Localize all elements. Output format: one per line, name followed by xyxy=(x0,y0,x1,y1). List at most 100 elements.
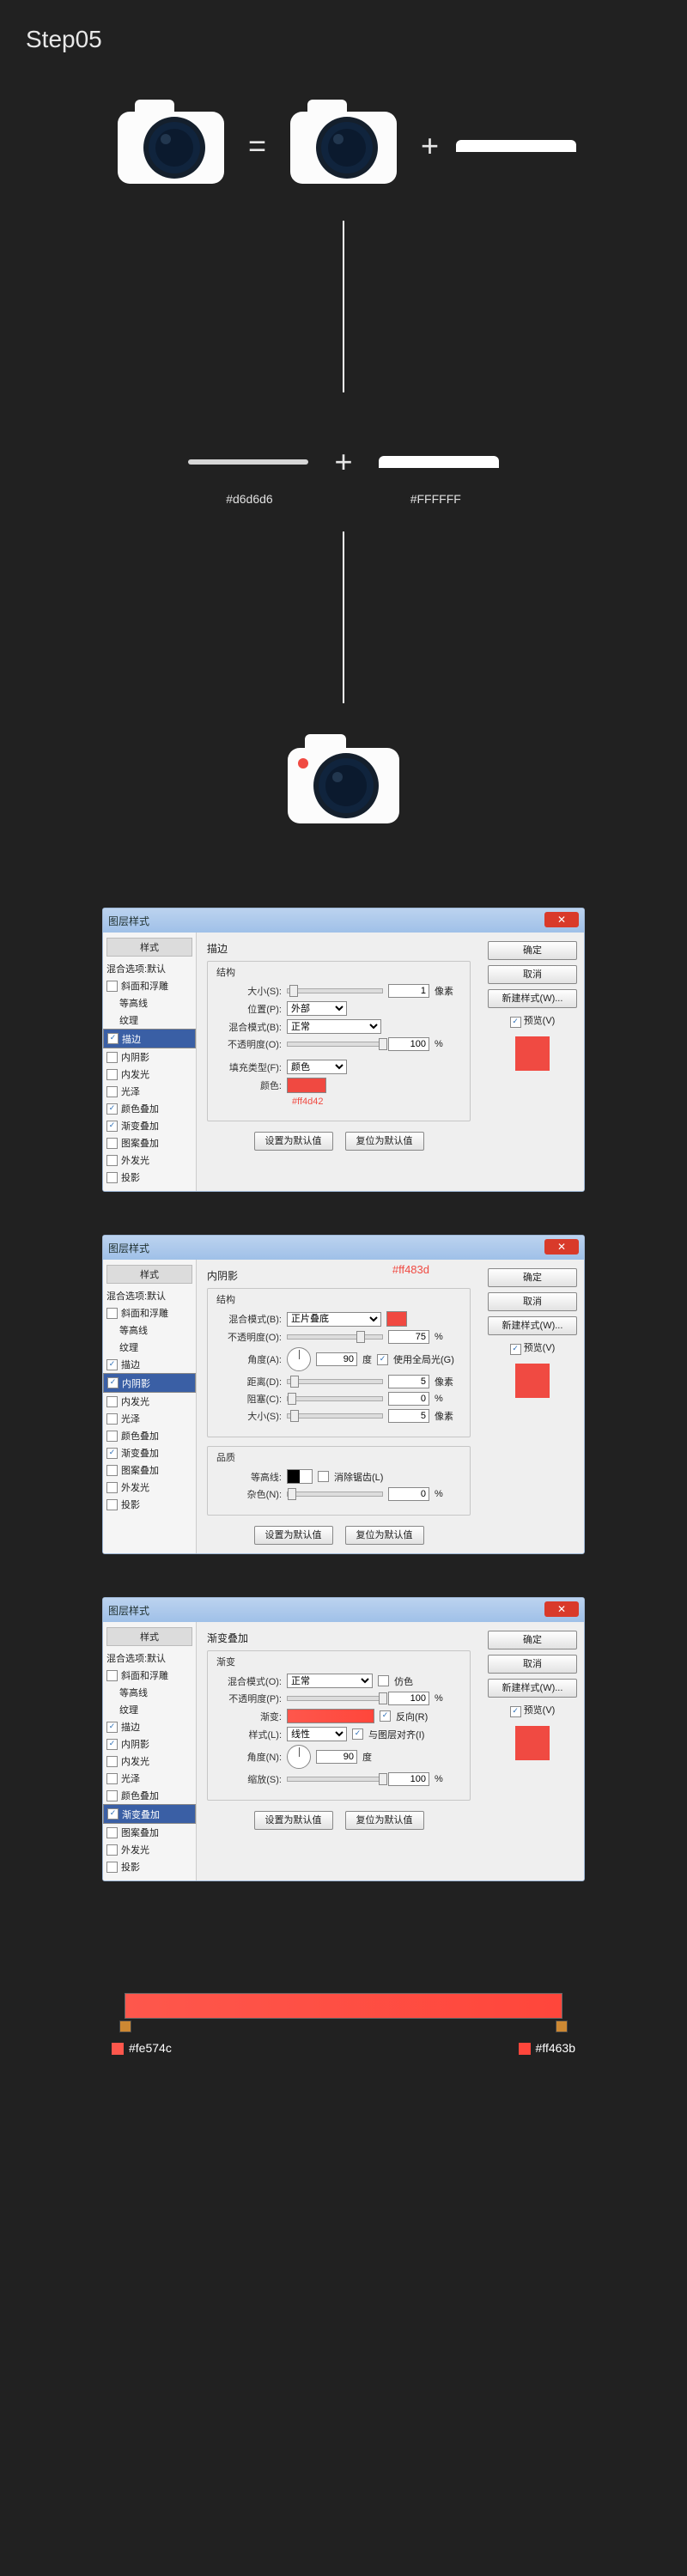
style-list-item[interactable]: 光泽 xyxy=(103,1083,196,1100)
size-input[interactable] xyxy=(388,984,429,998)
cancel-button[interactable]: 取消 xyxy=(488,1292,577,1311)
titlebar[interactable]: 图层样式 ✕ xyxy=(103,908,584,933)
style-checkbox[interactable] xyxy=(106,1482,118,1493)
new-style-button[interactable]: 新建样式(W)... xyxy=(488,1679,577,1698)
gradient-stop-right[interactable] xyxy=(556,2020,568,2032)
choke-slider[interactable] xyxy=(287,1396,383,1401)
titlebar[interactable]: 图层样式 ✕ xyxy=(103,1236,584,1260)
style-list-item[interactable]: 内发光 xyxy=(103,1066,196,1083)
contour-picker[interactable] xyxy=(287,1469,313,1484)
shadow-color-swatch[interactable] xyxy=(386,1311,407,1327)
style-list-item[interactable]: 投影 xyxy=(103,1169,196,1186)
reset-default-button[interactable]: 复位为默认值 xyxy=(345,1132,424,1151)
style-checkbox[interactable]: ✓ xyxy=(107,1033,119,1044)
style-checkbox[interactable] xyxy=(106,1172,118,1183)
reset-default-button[interactable]: 复位为默认值 xyxy=(345,1811,424,1830)
blend-select[interactable]: 正常 xyxy=(287,1019,381,1034)
style-list-item[interactable]: 内发光 xyxy=(103,1393,196,1410)
style-list-item[interactable]: 颜色叠加 xyxy=(103,1427,196,1444)
opacity-input[interactable] xyxy=(388,1330,429,1344)
style-list-item[interactable]: 内阴影 xyxy=(103,1048,196,1066)
style-checkbox[interactable] xyxy=(106,1773,118,1784)
style-list-item[interactable]: 光泽 xyxy=(103,1410,196,1427)
reverse-checkbox[interactable]: ✓ xyxy=(380,1710,391,1722)
style-list-item[interactable]: 外发光 xyxy=(103,1151,196,1169)
style-list-item[interactable]: 等高线 xyxy=(103,994,196,1012)
close-button[interactable]: ✕ xyxy=(544,1601,579,1617)
style-list-item[interactable]: 斜面和浮雕 xyxy=(103,1667,196,1684)
angle-input[interactable] xyxy=(316,1352,357,1366)
preview-checkbox[interactable]: ✓ xyxy=(510,1706,521,1717)
preview-checkbox[interactable]: ✓ xyxy=(510,1344,521,1355)
style-checkbox[interactable] xyxy=(106,1844,118,1856)
global-light-checkbox[interactable]: ✓ xyxy=(377,1354,388,1365)
style-list-item[interactable]: ✓描边 xyxy=(103,1029,196,1048)
style-list-item[interactable]: ✓渐变叠加 xyxy=(103,1444,196,1461)
style-list-item[interactable]: 光泽 xyxy=(103,1770,196,1787)
style-checkbox[interactable] xyxy=(106,1155,118,1166)
color-swatch[interactable] xyxy=(287,1078,326,1093)
style-checkbox[interactable] xyxy=(106,1138,118,1149)
style-checkbox[interactable] xyxy=(106,1790,118,1801)
ok-button[interactable]: 确定 xyxy=(488,1268,577,1287)
style-list-item[interactable]: ✓渐变叠加 xyxy=(103,1117,196,1134)
style-list-item[interactable]: ✓渐变叠加 xyxy=(103,1804,196,1824)
style-checkbox[interactable]: ✓ xyxy=(107,1377,119,1388)
style-list-item[interactable]: 斜面和浮雕 xyxy=(103,977,196,994)
style-list-item[interactable]: 混合选项:默认 xyxy=(103,960,196,977)
reset-default-button[interactable]: 复位为默认值 xyxy=(345,1526,424,1545)
scale-slider[interactable] xyxy=(287,1777,383,1782)
dither-checkbox[interactable] xyxy=(378,1675,389,1686)
style-list-item[interactable]: ✓内阴影 xyxy=(103,1373,196,1393)
blend-select[interactable]: 正常 xyxy=(287,1674,373,1688)
style-checkbox[interactable]: ✓ xyxy=(106,1359,118,1370)
angle-dial[interactable] xyxy=(287,1347,311,1371)
gradient-bar[interactable] xyxy=(125,1993,562,2019)
style-checkbox[interactable]: ✓ xyxy=(106,1448,118,1459)
noise-slider[interactable] xyxy=(287,1492,383,1497)
distance-input[interactable] xyxy=(388,1375,429,1388)
style-list-item[interactable]: 斜面和浮雕 xyxy=(103,1304,196,1321)
preview-checkbox[interactable]: ✓ xyxy=(510,1017,521,1028)
style-list-item[interactable]: 等高线 xyxy=(103,1321,196,1339)
position-select[interactable]: 外部 xyxy=(287,1001,347,1016)
style-list-item[interactable]: 混合选项:默认 xyxy=(103,1287,196,1304)
style-checkbox[interactable] xyxy=(106,1086,118,1097)
style-checkbox[interactable] xyxy=(106,1308,118,1319)
style-list-item[interactable]: 纹理 xyxy=(103,1701,196,1718)
opacity-input[interactable] xyxy=(388,1692,429,1705)
style-checkbox[interactable]: ✓ xyxy=(107,1808,119,1820)
style-checkbox[interactable]: ✓ xyxy=(106,1722,118,1733)
style-select[interactable]: 线性 xyxy=(287,1727,347,1741)
close-button[interactable]: ✕ xyxy=(544,912,579,927)
style-checkbox[interactable] xyxy=(106,1431,118,1442)
antialias-checkbox[interactable] xyxy=(318,1471,329,1482)
gradient-stop-left[interactable] xyxy=(119,2020,131,2032)
style-checkbox[interactable] xyxy=(106,1670,118,1681)
style-checkbox[interactable] xyxy=(106,1465,118,1476)
angle-input[interactable] xyxy=(316,1750,357,1764)
style-list-item[interactable]: 图案叠加 xyxy=(103,1824,196,1841)
style-list-item[interactable]: 外发光 xyxy=(103,1841,196,1858)
style-list-item[interactable]: 纹理 xyxy=(103,1012,196,1029)
style-checkbox[interactable]: ✓ xyxy=(106,1739,118,1750)
opacity-slider[interactable] xyxy=(287,1696,383,1701)
style-list-item[interactable]: ✓描边 xyxy=(103,1356,196,1373)
cancel-button[interactable]: 取消 xyxy=(488,1655,577,1674)
ok-button[interactable]: 确定 xyxy=(488,941,577,960)
blend-select[interactable]: 正片叠底 xyxy=(287,1312,381,1327)
style-checkbox[interactable]: ✓ xyxy=(106,1103,118,1115)
filltype-select[interactable]: 颜色 xyxy=(287,1060,347,1074)
ok-button[interactable]: 确定 xyxy=(488,1631,577,1649)
style-checkbox[interactable] xyxy=(106,1827,118,1838)
style-list-item[interactable]: ✓内阴影 xyxy=(103,1735,196,1753)
style-list-item[interactable]: ✓颜色叠加 xyxy=(103,1100,196,1117)
style-checkbox[interactable]: ✓ xyxy=(106,1121,118,1132)
titlebar[interactable]: 图层样式 ✕ xyxy=(103,1598,584,1622)
new-style-button[interactable]: 新建样式(W)... xyxy=(488,989,577,1008)
distance-slider[interactable] xyxy=(287,1379,383,1384)
style-checkbox[interactable] xyxy=(106,981,118,992)
style-list-item[interactable]: 投影 xyxy=(103,1496,196,1513)
opacity-slider[interactable] xyxy=(287,1042,383,1047)
style-checkbox[interactable] xyxy=(106,1069,118,1080)
